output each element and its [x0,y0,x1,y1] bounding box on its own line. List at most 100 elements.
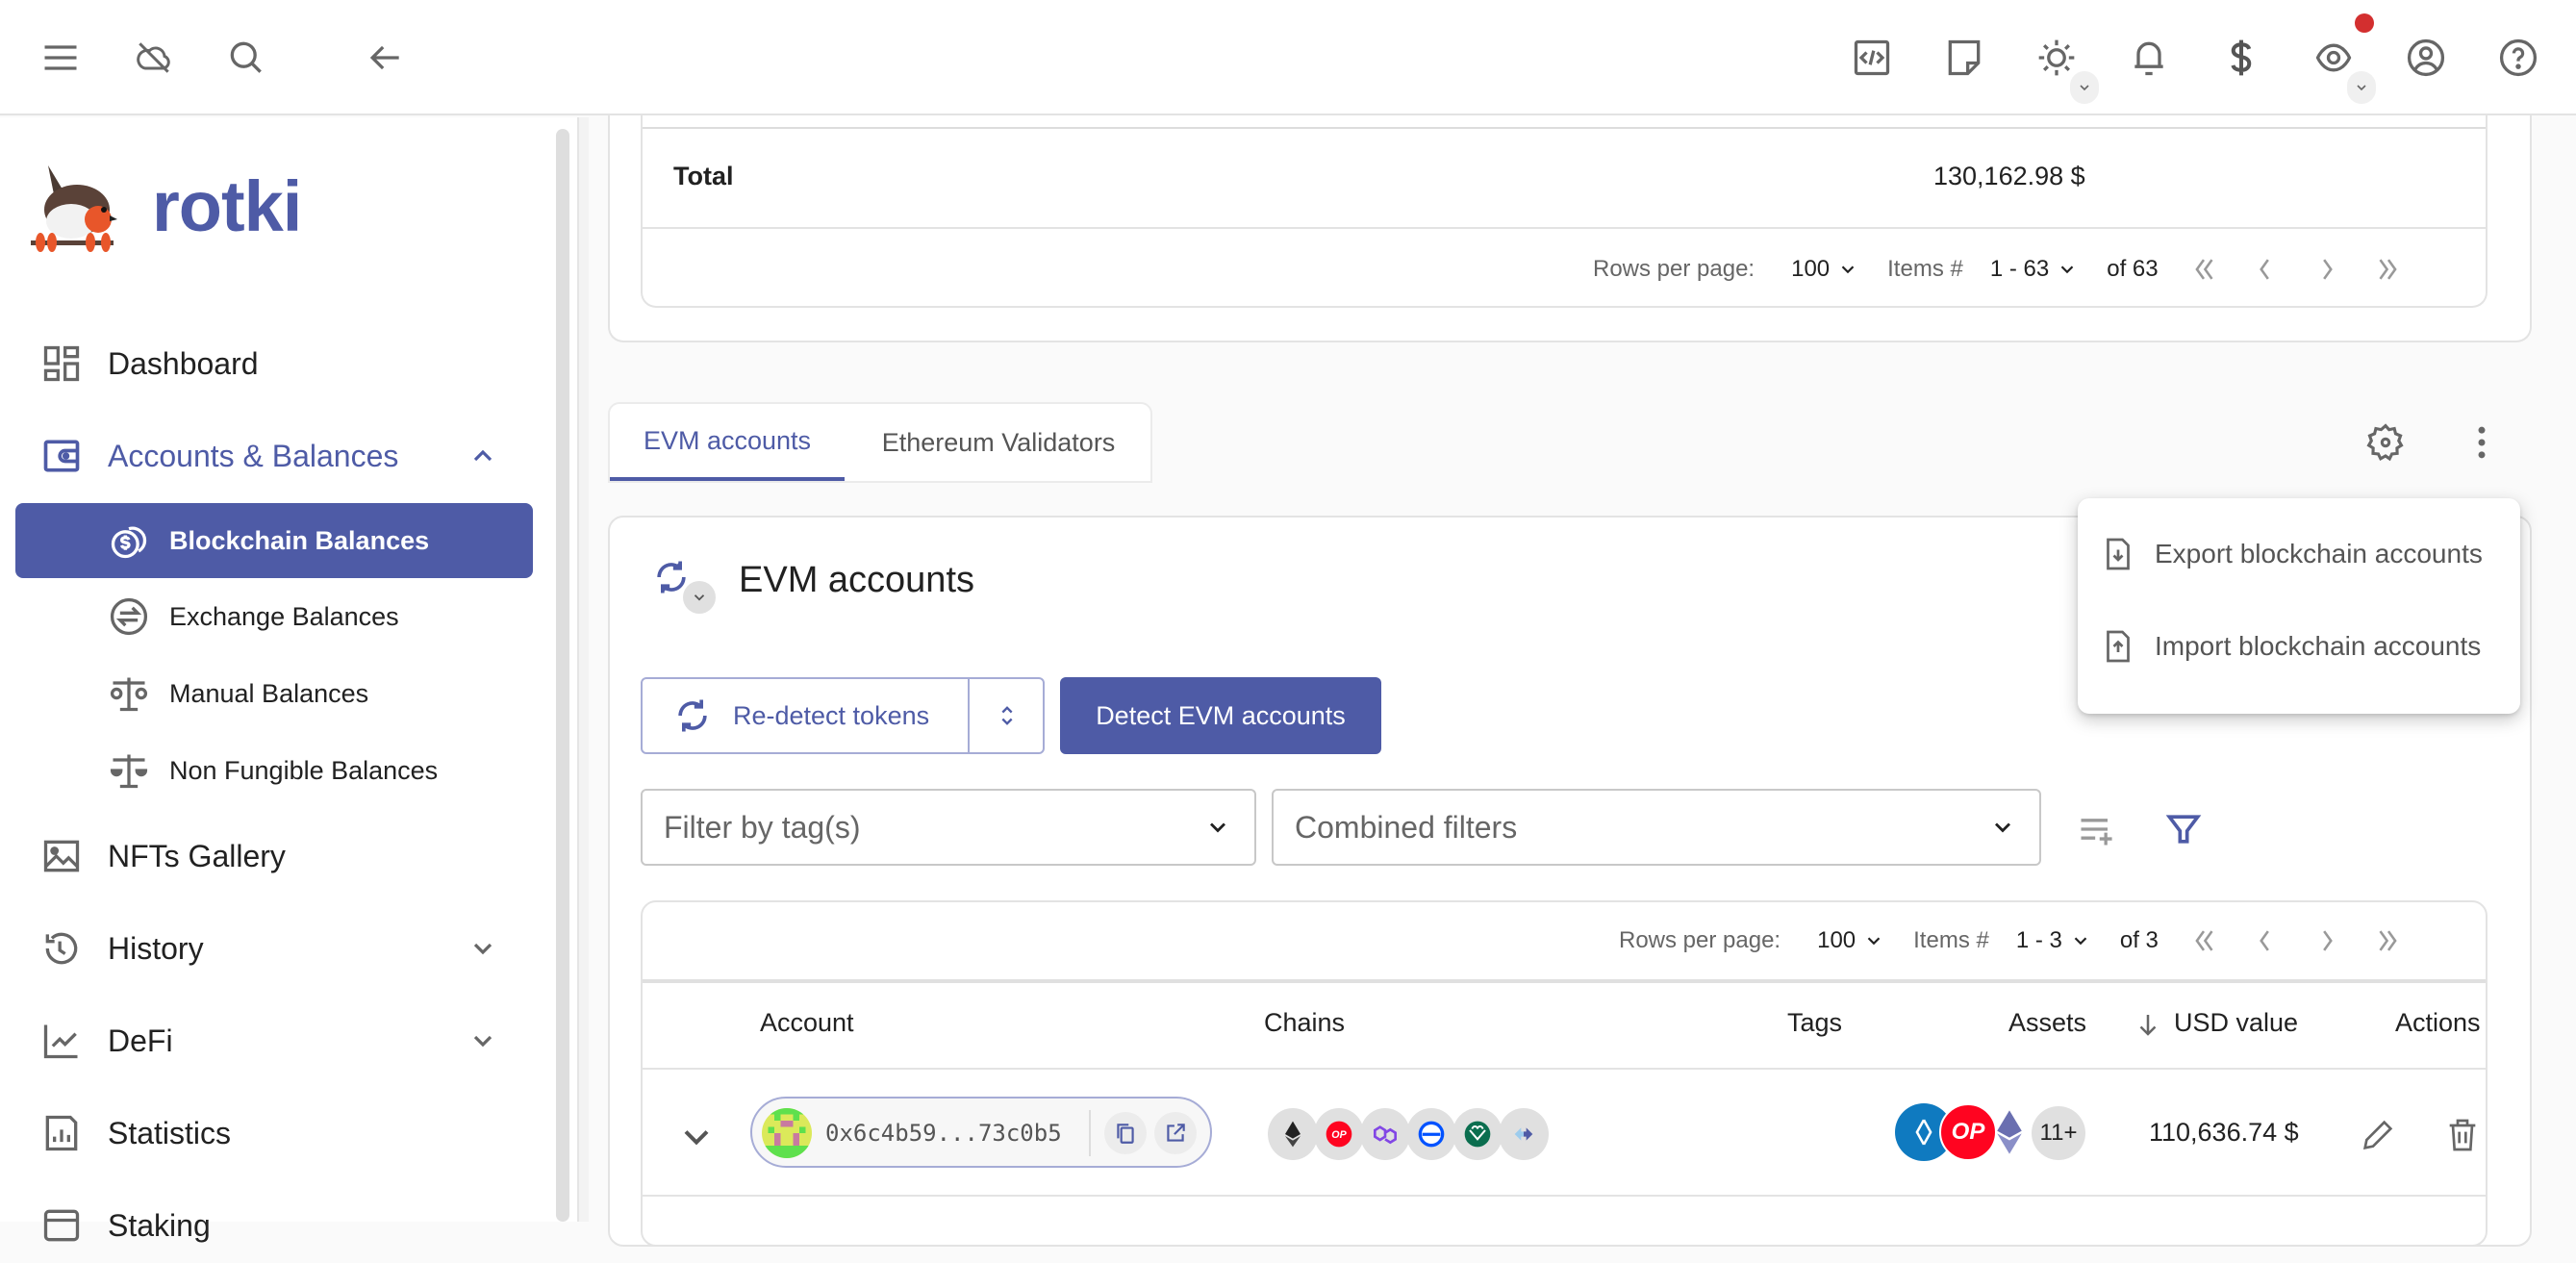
chevrons-left-icon [2194,259,2213,280]
sidebar-item-nfts-gallery[interactable]: NFTs Gallery [15,819,533,894]
menu-icon[interactable] [32,29,89,87]
notification-dot [2355,13,2374,33]
rotki-logo [31,165,117,252]
sidebar-item-statistics[interactable]: Statistics [15,1096,533,1171]
notes-icon[interactable] [1935,29,1993,87]
privacy-menu-chevron[interactable] [2347,71,2376,104]
column-header-tags[interactable]: Tags [1787,1008,1842,1038]
menu-item-label: Import blockchain accounts [2155,631,2482,661]
svg-text:OP: OP [1331,1129,1347,1141]
combined-filters-input[interactable]: Combined filters [1272,789,2041,866]
delete-account-button[interactable] [2443,1116,2482,1154]
exchange-icon [110,597,148,636]
sort-descending-icon[interactable] [2134,1010,2162,1039]
sidebar-item-defi[interactable]: DeFi [15,1003,533,1078]
account-icon[interactable] [2397,29,2455,87]
code-icon[interactable] [1843,29,1901,87]
more-assets-badge[interactable]: 11+ [2032,1106,2085,1160]
sidebar-item-accounts-balances[interactable]: Accounts & Balances [15,418,533,493]
sidebar-item-manual-balances[interactable]: Manual Balances [15,656,533,731]
open-explorer-button[interactable] [1154,1112,1197,1154]
sidebar-item-blockchain-balances[interactable]: Blockchain Balances [15,503,533,578]
scale-icon [110,754,148,789]
cloud-off-icon[interactable] [125,29,183,87]
column-header-chains[interactable]: Chains [1264,1008,1345,1038]
more-vertical-icon [2478,426,2486,459]
last-page-button[interactable] [2372,924,2405,957]
sidebar-item-non-fungible-balances[interactable]: Non Fungible Balances [15,733,533,808]
sidebar-item-label: DeFi [108,1023,173,1058]
column-header-account[interactable]: Account [760,1008,854,1038]
chevrons-left-icon [2195,930,2213,951]
settings-button[interactable] [2364,421,2407,464]
more-options-menu: Export blockchain accounts Import blockc… [2078,498,2520,714]
top-app-bar [0,0,2576,115]
back-arrow-icon[interactable] [356,29,414,87]
wallet-icon [43,440,80,472]
detect-evm-accounts-button[interactable]: Detect EVM accounts [1060,677,1381,754]
sidebar-scrollbar[interactable] [556,129,569,1222]
bell-icon[interactable] [2120,29,2178,87]
first-page-button[interactable] [2187,924,2220,957]
sidebar-item-staking[interactable]: Staking [15,1188,533,1263]
chain-arbitrum-icon [1499,1108,1549,1160]
items-range-select[interactable]: 1 - 63 [1990,256,2078,283]
copy-address-button[interactable] [1104,1112,1147,1154]
rows-per-page-select[interactable]: 100 [1817,927,1884,954]
items-range-select[interactable]: 1 - 3 [2016,927,2091,954]
tab-evm-accounts[interactable]: EVM accounts [610,404,845,481]
next-page-button[interactable] [2311,924,2343,957]
save-filter-button[interactable] [2076,808,2118,850]
chart-line-icon [43,1024,78,1059]
help-icon[interactable] [2489,29,2547,87]
menu-item-export[interactable]: Export blockchain accounts [2078,508,2520,600]
sidebar-item-history[interactable]: History [15,911,533,986]
last-page-button[interactable] [2372,253,2405,286]
sidebar-item-label: Non Fungible Balances [169,755,439,785]
combined-filters-placeholder: Combined filters [1295,809,1518,845]
theme-menu-chevron[interactable] [2070,71,2099,104]
items-total: of 63 [2107,256,2159,282]
refresh-options-button[interactable] [683,581,716,614]
eth-logo [1997,1110,2022,1154]
table-divider [643,127,2486,129]
expand-row-button[interactable] [675,1116,718,1158]
filter-button[interactable] [2162,808,2205,850]
search-icon[interactable] [217,29,275,87]
first-page-button[interactable] [2187,253,2220,286]
next-page-button[interactable] [2311,253,2343,286]
prev-page-button[interactable] [2249,253,2282,286]
sidebar-item-label: NFTs Gallery [108,838,286,873]
file-export-icon [2107,538,2130,570]
asset-icon-eth[interactable] [1993,1106,2026,1158]
filter-tags-placeholder: Filter by tag(s) [664,809,861,845]
currency-dollar-icon[interactable] [2212,29,2270,87]
redetect-options-button[interactable] [970,679,1045,752]
image-icon [43,840,80,872]
asset-icon-op[interactable]: OP [1939,1103,1997,1161]
sidebar-item-dashboard[interactable]: Dashboard [15,326,533,401]
chevrons-right-icon [2379,930,2397,951]
chain-gnosis-icon [1452,1108,1503,1160]
filter-tags-select[interactable]: Filter by tag(s) [641,789,1256,866]
more-options-button[interactable] [2461,421,2503,464]
column-header-assets[interactable]: Assets [2008,1008,2086,1038]
edit-account-button[interactable] [2359,1116,2397,1154]
bar-chart-icon [45,1115,78,1151]
chevron-down-icon [2074,937,2087,946]
menu-item-import[interactable]: Import blockchain accounts [2078,600,2520,693]
redetect-tokens-button[interactable]: Re-detect tokens [643,679,968,752]
rows-per-page-select[interactable]: 100 [1791,256,1858,283]
sidebar-item-exchange-balances[interactable]: Exchange Balances [15,579,533,654]
tab-ethereum-validators[interactable]: Ethereum Validators [845,404,1152,481]
column-header-usd-value[interactable]: USD value [2174,1008,2298,1038]
items-range-value: 1 - 63 [1989,256,2050,282]
row-divider [643,1068,2486,1070]
chevron-down-icon [1210,822,1225,833]
prev-page-button[interactable] [2249,924,2282,957]
sidebar-item-label: History [108,930,204,966]
sidebar-divider [577,117,589,1222]
sidebar-item-label: Staking [108,1207,211,1243]
rows-per-page-label: Rows per page: [1619,927,1781,953]
chevron-down-icon [473,1035,492,1048]
